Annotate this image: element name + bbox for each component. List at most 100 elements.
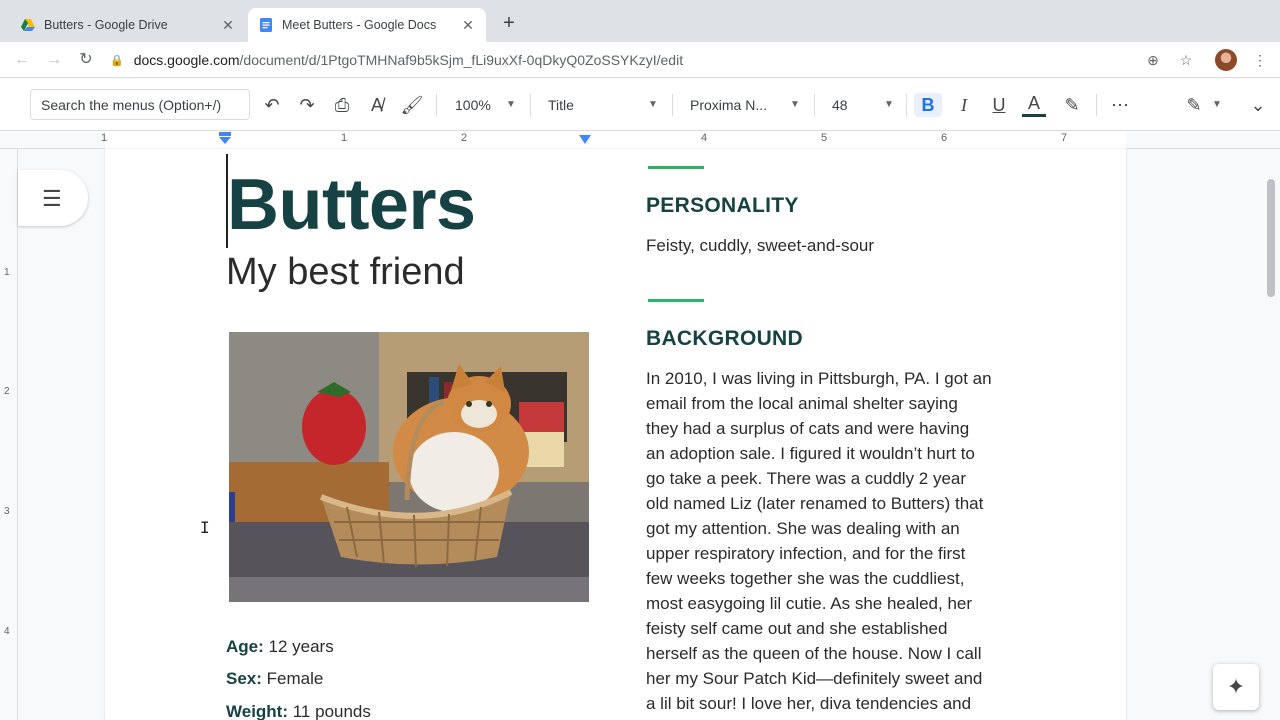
font-size-select[interactable]: 48 <box>832 93 848 117</box>
url-field[interactable]: 🔒 docs.google.com/document/d/1PtgoTMHNaf… <box>110 46 1140 74</box>
horizontal-ruler[interactable]: 1 1 2 4 5 6 7 <box>0 131 1280 149</box>
fact-value: 11 pounds <box>288 702 371 720</box>
text-line: herself as the queen of the house. Now I… <box>646 644 982 663</box>
url-path: /document/d/1PtgoTMHNaf9b5kSjm_fLi9uxXf-… <box>239 52 684 68</box>
fact-label: Sex: <box>226 669 262 688</box>
fact-sex[interactable]: Sex: Female <box>226 669 323 689</box>
font-select[interactable]: Proxima N... <box>690 93 767 117</box>
text-line: email from the local animal shelter sayi… <box>646 394 958 413</box>
ruler-number: 2 <box>461 132 468 144</box>
close-tab-icon[interactable]: ✕ <box>460 17 476 34</box>
ruler-number: 3 <box>4 506 10 517</box>
print-icon[interactable]: ⎙ <box>330 93 354 117</box>
text-line: few weeks together she was the cuddliest… <box>646 569 965 588</box>
chevron-down-icon: ▼ <box>506 99 516 110</box>
fact-label: Age: <box>226 637 264 656</box>
tab-title: Butters - Google Drive <box>44 18 168 32</box>
text-line: most easygoing lil cutie. As she healed,… <box>646 594 973 613</box>
search-menus-input[interactable]: Search the menus (Option+/) <box>30 89 250 120</box>
zoom-icon[interactable]: ⊕ <box>1143 50 1163 70</box>
undo-icon[interactable]: ↶ <box>260 93 284 117</box>
fact-weight[interactable]: Weight: 11 pounds <box>226 702 371 720</box>
bookmark-star-icon[interactable]: ☆ <box>1176 50 1196 70</box>
ruler-number: 4 <box>4 626 10 637</box>
text-line: In 2010, I was living in Pittsburgh, PA.… <box>646 369 992 388</box>
address-bar: ← → ↻ 🔒 docs.google.com/document/d/1Ptgo… <box>0 42 1280 78</box>
text-line: a lil bit sour! I love her, diva tendenc… <box>646 694 972 713</box>
chevron-down-icon: ▼ <box>884 99 894 110</box>
ruler-number: 1 <box>4 267 10 278</box>
spellcheck-icon[interactable]: A̸ <box>365 93 389 117</box>
close-tab-icon[interactable]: ✕ <box>220 17 236 34</box>
forward-icon[interactable]: → <box>44 50 64 70</box>
browser-menu-icon[interactable]: ⋮ <box>1250 50 1270 70</box>
google-docs-icon <box>260 18 272 32</box>
bold-button[interactable]: B <box>914 93 942 117</box>
url-host: docs.google.com <box>133 52 240 68</box>
ruler-number: 5 <box>821 132 828 144</box>
section-divider <box>648 299 704 302</box>
italic-button[interactable]: I <box>952 93 976 117</box>
text-color-button[interactable]: A <box>1022 93 1046 117</box>
fact-value: Female <box>261 669 324 688</box>
back-icon[interactable]: ← <box>12 50 32 70</box>
heading-personality[interactable]: PERSONALITY <box>646 194 799 218</box>
fact-label: Weight: <box>226 702 289 720</box>
ruler-number: 7 <box>1061 132 1068 144</box>
tab-title: Meet Butters - Google Docs <box>282 18 437 32</box>
editing-mode-icon[interactable]: ✎ <box>1182 93 1206 117</box>
text-line: old named Liz (later renamed to Butters)… <box>646 494 984 513</box>
ruler-number: 1 <box>101 132 108 144</box>
background-text[interactable]: In 2010, I was living in Pittsburgh, PA.… <box>646 366 1016 716</box>
doc-subtitle[interactable]: My best friend <box>226 251 465 294</box>
reload-icon[interactable]: ↻ <box>76 50 96 70</box>
document-page[interactable]: Butters My best friend Age: 12 years Sex… <box>105 149 1126 720</box>
highlight-icon[interactable]: ✎ <box>1060 93 1084 117</box>
section-divider <box>648 166 704 169</box>
chevron-down-icon: ▼ <box>790 99 800 110</box>
collapse-toolbar-icon[interactable]: ⌄ <box>1246 93 1270 117</box>
paint-format-icon[interactable]: 🖌 <box>400 93 424 117</box>
text-line: go take a peek. There was a cuddly 2 yea… <box>646 469 967 488</box>
paragraph-style-select[interactable]: Title <box>548 93 574 117</box>
cat-in-basket-photo[interactable] <box>229 332 589 602</box>
underline-button[interactable]: U <box>987 93 1011 117</box>
right-indent-marker-icon[interactable] <box>578 134 592 146</box>
fact-value: 12 years <box>263 637 334 656</box>
ruler-number: 4 <box>701 132 708 144</box>
doc-title[interactable]: Butters <box>227 167 476 243</box>
personality-text[interactable]: Feisty, cuddly, sweet-and-sour <box>646 233 1016 258</box>
avatar[interactable] <box>1215 49 1237 71</box>
ruler-number: 1 <box>341 132 348 144</box>
text-line: they had a surplus of cats and were havi… <box>646 419 970 438</box>
browser-tab-bar: Butters - Google Drive ✕ Meet Butters - … <box>0 0 1280 42</box>
text-line: got my attention. She was dealing with a… <box>646 519 960 538</box>
redo-icon[interactable]: ↷ <box>295 93 319 117</box>
fact-age[interactable]: Age: 12 years <box>226 637 334 657</box>
cat-photo-illustration <box>229 332 589 602</box>
ruler-number: 6 <box>941 132 948 144</box>
vertical-ruler[interactable]: 1 2 3 4 <box>0 149 18 720</box>
lock-icon: 🔒 <box>110 54 124 67</box>
chevron-down-icon: ▼ <box>648 99 658 110</box>
document-outline-button[interactable]: ☰ <box>18 170 88 226</box>
text-line: feisty self came out and she established <box>646 619 948 638</box>
mouse-ibeam-cursor-icon: I <box>200 518 210 537</box>
more-options-icon[interactable]: ⋯ <box>1108 93 1132 117</box>
explore-sparkle-icon: ✦ <box>1226 674 1246 699</box>
tab-google-docs[interactable]: Meet Butters - Google Docs ✕ <box>248 8 486 42</box>
heading-background[interactable]: BACKGROUND <box>646 327 803 351</box>
text-line: upper respiratory infection, and for the… <box>646 544 966 563</box>
vertical-scrollbar[interactable] <box>1262 149 1280 720</box>
indent-marker-icon[interactable] <box>218 132 232 146</box>
scrollbar-thumb[interactable] <box>1267 179 1275 297</box>
docs-toolbar: Search the menus (Option+/) ↶ ↷ ⎙ A̸ 🖌 1… <box>0 79 1280 131</box>
ruler-number: 2 <box>4 386 10 397</box>
explore-button[interactable]: ✦ <box>1213 664 1259 710</box>
new-tab-icon[interactable]: + <box>498 12 520 34</box>
text-line: her my Sour Patch Kid—definitely sweet a… <box>646 669 983 688</box>
chevron-down-icon: ▼ <box>1212 99 1222 110</box>
google-drive-icon <box>21 19 35 31</box>
tab-google-drive[interactable]: Butters - Google Drive ✕ <box>10 8 246 42</box>
zoom-select[interactable]: 100% <box>455 93 491 117</box>
